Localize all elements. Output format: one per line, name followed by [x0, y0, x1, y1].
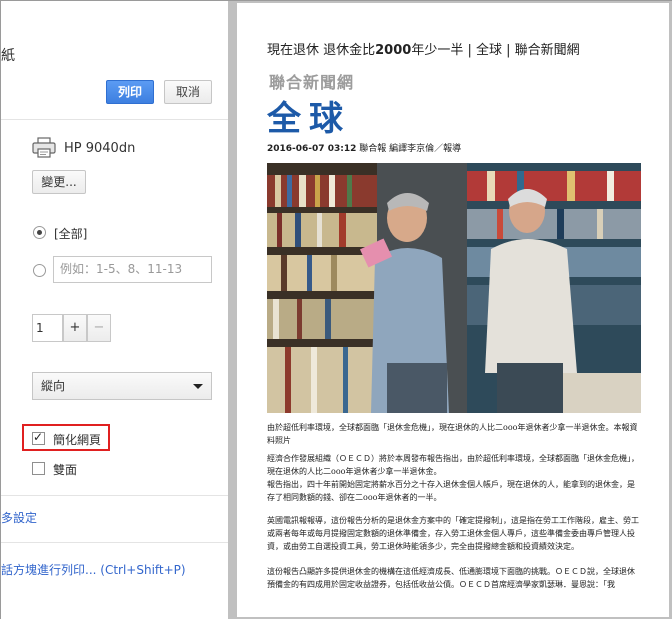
article-byline: 2016-06-07 03:12 聯合報 編譯李京倫／報導	[267, 144, 462, 154]
print-settings-panel: 紙 列印 取消 HP 9040dn 變更... [全部] 例如：1-5、8、11…	[0, 1, 228, 619]
chevron-down-icon	[193, 384, 203, 389]
article-paragraph: 英國電訊報報導，這份報告分析的是退休金方案中的「確定提撥制」，這是指在勞工工作階…	[267, 516, 639, 551]
layout-select-value: 縱向	[41, 379, 66, 393]
divider	[1, 542, 228, 543]
pages-range-input[interactable]: 例如：1-5、8、11-13	[53, 256, 212, 283]
more-settings-link[interactable]: 更多設定	[0, 509, 37, 526]
article-photo	[267, 163, 641, 413]
photo-caption: 由於超低利率環境，全球都面臨「退休金危機」，現在退休的人比二ooo年退休者少拿一…	[267, 423, 638, 445]
print-button[interactable]: 列印	[106, 80, 154, 104]
copies-input[interactable]: 1	[32, 314, 63, 342]
print-dialog: 紙 列印 取消 HP 9040dn 變更... [全部] 例如：1-5、8、11…	[0, 0, 672, 619]
duplex-checkbox[interactable]	[32, 462, 45, 475]
duplex-label: 雙面	[53, 463, 78, 477]
copies-plus-button[interactable]: +	[63, 314, 87, 342]
cancel-button[interactable]: 取消	[164, 80, 212, 104]
article-paragraph: 經濟合作發展組織（ＯＥＣＤ）將於本周發布報告指出，由於超低利率環境，全球都面臨「…	[267, 454, 639, 476]
dialog-title-fragment: 紙	[1, 48, 15, 64]
change-printer-button[interactable]: 變更...	[32, 170, 86, 194]
simplify-page-label: 簡化網頁	[53, 433, 102, 447]
preview-page[interactable]: 現在退休 退休金比2000年少一半 | 全球 | 聯合新聞網 聯合新聞網 全球 …	[237, 3, 669, 617]
article-paragraph: 報告指出，四十年前開始固定將薪水百分之十存入退休金個人帳戶，現在退休的人，能拿到…	[267, 480, 635, 502]
section-logo: 全球	[267, 99, 351, 139]
article-page-title: 現在退休 退休金比2000年少一半 | 全球 | 聯合新聞網	[267, 43, 580, 58]
layout-select[interactable]: 縱向	[32, 372, 212, 400]
divider	[1, 495, 228, 496]
pages-all-label: [全部]	[54, 227, 88, 241]
pages-range-radio[interactable]	[33, 264, 46, 277]
simplify-page-checkbox[interactable]	[32, 430, 45, 445]
article-paragraph: 這份報告凸顯許多提供退休金的機構在這低經濟成長、低通膨環境下面臨的挑戰。ＯＥＣＤ…	[267, 567, 635, 589]
copies-minus-button[interactable]: −	[87, 314, 111, 342]
pages-all-radio[interactable]	[33, 226, 46, 239]
printer-name: HP 9040dn	[64, 141, 136, 156]
divider	[1, 119, 228, 120]
system-dialog-link[interactable]: 話方塊進行列印... (Ctrl+Shift+P)	[1, 561, 186, 578]
site-logo-subtitle: 聯合新聞網	[269, 73, 355, 92]
printer-icon	[32, 137, 56, 158]
